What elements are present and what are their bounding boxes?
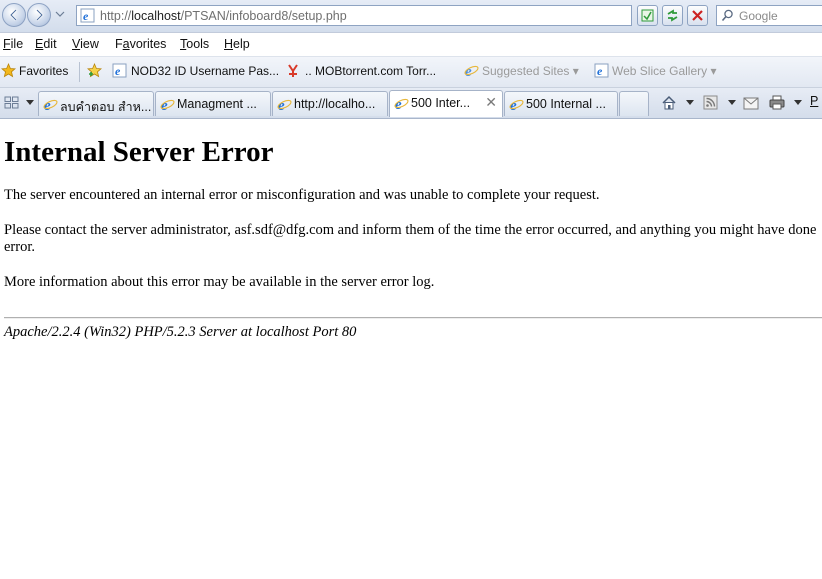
ie-logo-icon: e xyxy=(277,98,292,112)
svg-text:e: e xyxy=(115,64,121,78)
search-placeholder: Google xyxy=(739,9,778,23)
error-paragraph-2-line-1: Please contact the server administrator,… xyxy=(4,222,817,238)
history-dropdown-icon[interactable] xyxy=(55,9,65,19)
error-paragraph-2-line-2: error. xyxy=(4,239,35,255)
back-arrow-icon xyxy=(9,9,17,21)
back-button[interactable] xyxy=(2,3,26,27)
favorite-nod32[interactable]: NOD32 ID Username Pas... xyxy=(131,64,279,78)
home-icon[interactable] xyxy=(661,95,677,110)
ie-logo-icon: e xyxy=(509,98,524,112)
menu-help[interactable]: Help xyxy=(224,37,250,51)
ie-page-icon: e xyxy=(594,63,609,78)
ie-page-icon: e xyxy=(80,8,95,23)
address-toolbar: e http://localhost/PTSAN/infoboard8/setu… xyxy=(0,0,822,33)
refresh-icon xyxy=(667,9,678,22)
ie-logo-icon: e xyxy=(464,64,479,78)
tab-1[interactable]: e ลบคำตอบ สำห... xyxy=(38,91,154,116)
ie-logo-icon: e xyxy=(43,98,58,112)
mail-icon[interactable] xyxy=(743,97,759,110)
menu-edit[interactable]: Edit xyxy=(35,37,57,51)
forward-button[interactable] xyxy=(27,3,51,27)
search-icon xyxy=(721,9,733,22)
quick-tabs-icon[interactable] xyxy=(4,96,19,109)
print-icon[interactable] xyxy=(769,95,785,110)
page-title: Internal Server Error xyxy=(4,136,274,168)
tab-5[interactable]: e 500 Internal ... xyxy=(504,91,618,116)
menu-favorites[interactable]: Favorites xyxy=(115,37,166,51)
toolbar-divider xyxy=(79,62,80,82)
home-dropdown-icon[interactable] xyxy=(686,100,694,106)
print-dropdown-icon[interactable] xyxy=(794,100,802,106)
tab-label: 500 Inter... xyxy=(411,96,471,110)
menu-bar: File Edit View Favorites Tools Help xyxy=(0,33,822,57)
favorites-button[interactable]: Favorites xyxy=(19,64,68,78)
tab-2[interactable]: e Managment ... xyxy=(155,91,271,116)
close-tab-icon[interactable]: ✕ xyxy=(485,94,497,111)
add-favorites-icon[interactable] xyxy=(87,63,102,78)
favorite-mobtorrent[interactable]: .. MOBtorrent.com Torr... xyxy=(305,64,436,78)
tab-3[interactable]: e http://localho... xyxy=(272,91,388,116)
feeds-icon[interactable] xyxy=(703,95,718,110)
tab-label: 500 Internal ... xyxy=(526,97,606,111)
menu-file[interactable]: File xyxy=(3,37,23,51)
menu-tools[interactable]: Tools xyxy=(180,37,209,51)
svg-text:e: e xyxy=(597,64,603,78)
error-paragraph-3: More information about this error may be… xyxy=(4,274,435,290)
server-signature: Apache/2.2.4 (Win32) PHP/5.2.3 Server at… xyxy=(4,324,357,340)
stop-x-icon xyxy=(692,10,703,21)
favorite-suggested-sites[interactable]: Suggested Sites ▾ xyxy=(482,64,579,78)
horizontal-rule xyxy=(4,317,822,319)
ie-logo-icon: e xyxy=(160,98,175,112)
refresh-button[interactable] xyxy=(662,5,683,26)
tab-label: ลบคำตอบ สำห... xyxy=(60,100,152,114)
mobtorrent-icon xyxy=(288,64,298,77)
error-paragraph-1: The server encountered an internal error… xyxy=(4,187,600,203)
feeds-dropdown-icon[interactable] xyxy=(728,100,736,106)
tab-4-active[interactable]: e 500 Inter... ✕ xyxy=(389,90,503,117)
tab-label: http://localho... xyxy=(294,97,376,111)
svg-text:e: e xyxy=(83,9,89,23)
favorites-star-icon xyxy=(1,63,16,78)
tab-bar: e ลบคำตอบ สำห... e Managment ... e http:… xyxy=(0,88,822,119)
favorite-web-slice-gallery[interactable]: Web Slice Gallery ▾ xyxy=(612,64,717,78)
ie-logo-icon: e xyxy=(394,97,409,111)
tab-list-dropdown-icon[interactable] xyxy=(26,100,34,106)
search-input[interactable]: Google xyxy=(716,5,822,26)
url-input[interactable]: e http://localhost/PTSAN/infoboard8/setu… xyxy=(76,5,703,26)
favorites-bar: Favorites e NOD32 ID Username Pas... .. … xyxy=(0,57,822,88)
compatibility-page-icon xyxy=(641,9,654,22)
menu-view[interactable]: View xyxy=(72,37,99,51)
forward-arrow-icon xyxy=(36,9,44,21)
new-tab-button[interactable] xyxy=(619,91,649,116)
url-text: http://localhost/PTSAN/infoboard8/setup.… xyxy=(100,9,347,23)
tab-label: Managment ... xyxy=(177,97,257,111)
compatibility-view-button[interactable] xyxy=(637,5,658,26)
stop-button[interactable] xyxy=(687,5,708,26)
ie-page-icon: e xyxy=(112,63,127,78)
page-menu-partial[interactable]: P xyxy=(810,94,818,108)
